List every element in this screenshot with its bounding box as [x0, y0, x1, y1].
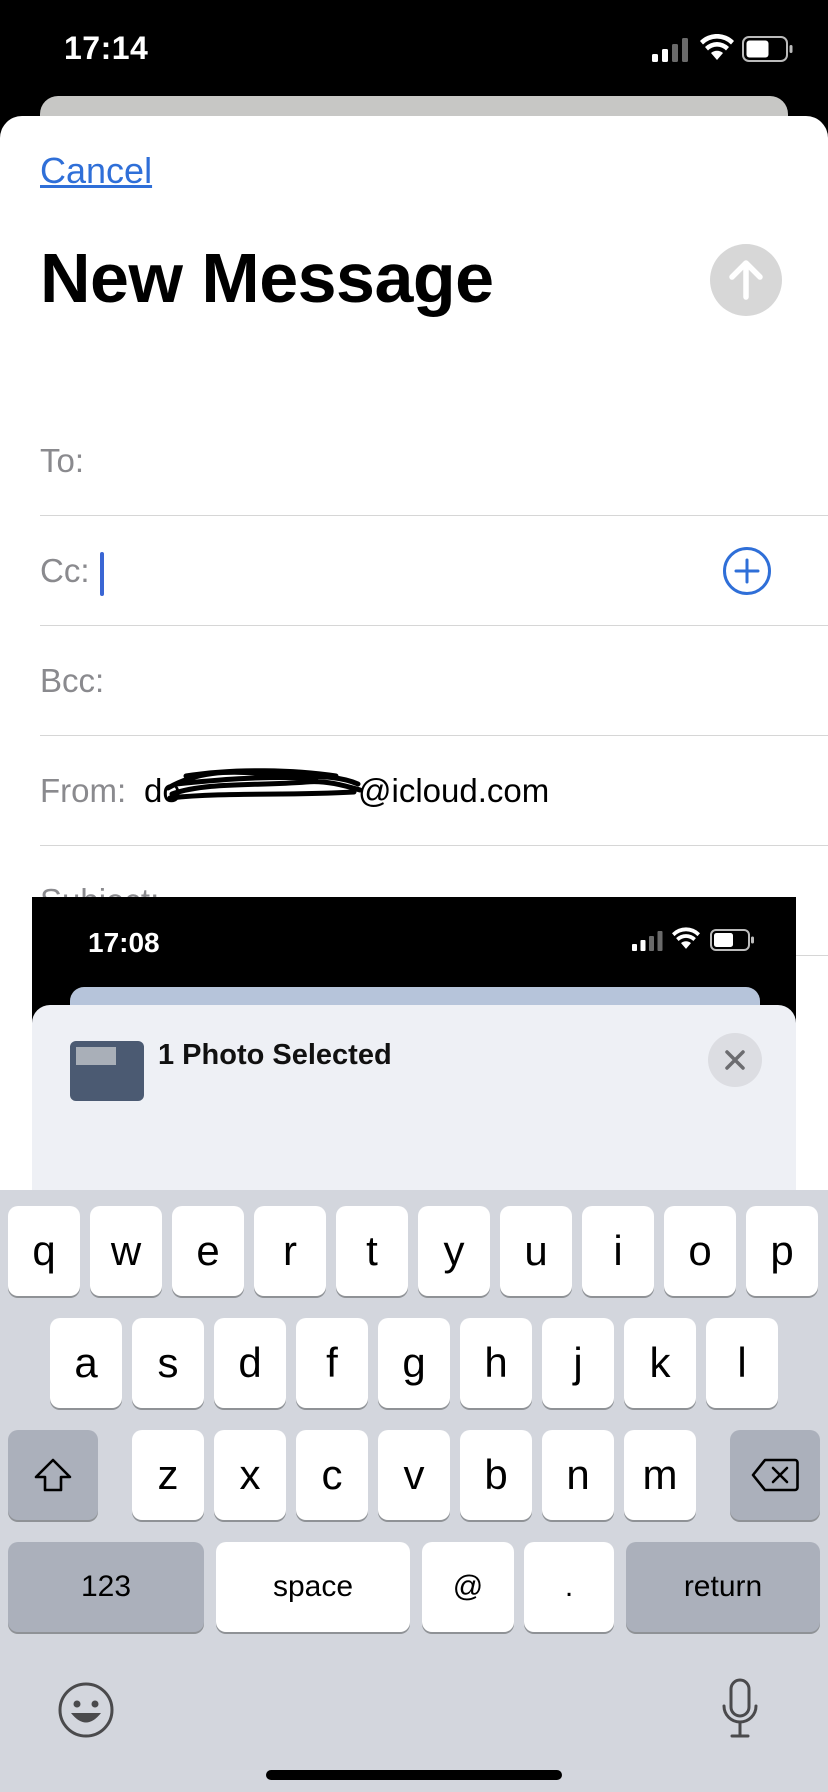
bcc-field[interactable]: Bcc:: [40, 626, 828, 736]
key-v[interactable]: v: [378, 1430, 450, 1520]
key-l[interactable]: l: [706, 1318, 778, 1408]
from-value-domain: @icloud.com: [358, 772, 550, 809]
return-key[interactable]: return: [626, 1542, 820, 1632]
photo-thumbnail: [70, 1041, 144, 1101]
keyboard: q w e r t y u i o p a s d f g h j k l z …: [0, 1190, 828, 1792]
attachment-time: 17:08: [88, 927, 160, 958]
shift-key[interactable]: [8, 1430, 98, 1520]
to-label: To:: [40, 442, 85, 479]
key-b[interactable]: b: [460, 1430, 532, 1520]
numbers-key[interactable]: 123: [8, 1542, 204, 1632]
to-field[interactable]: To:: [40, 406, 828, 516]
send-button[interactable]: [710, 244, 782, 316]
signal-icon: [632, 931, 663, 951]
close-icon: [725, 1050, 745, 1070]
key-q[interactable]: q: [8, 1206, 80, 1296]
key-n[interactable]: n: [542, 1430, 614, 1520]
text-caret: [100, 552, 104, 596]
microphone-icon[interactable]: [720, 1678, 760, 1740]
key-f[interactable]: f: [296, 1318, 368, 1408]
page-title: New Message: [40, 239, 494, 317]
backspace-key[interactable]: [730, 1430, 820, 1520]
key-g[interactable]: g: [378, 1318, 450, 1408]
key-o[interactable]: o: [664, 1206, 736, 1296]
wifi-icon: [672, 927, 700, 949]
key-w[interactable]: w: [90, 1206, 162, 1296]
key-j[interactable]: j: [542, 1318, 614, 1408]
at-key[interactable]: @: [422, 1542, 514, 1632]
wifi-icon: [700, 34, 734, 60]
bcc-label: Bcc:: [40, 662, 105, 699]
status-time: 17:14: [64, 30, 149, 66]
key-a[interactable]: a: [50, 1318, 122, 1408]
key-m[interactable]: m: [624, 1430, 696, 1520]
battery-icon: [710, 929, 754, 951]
key-t[interactable]: t: [336, 1206, 408, 1296]
cancel-button[interactable]: Cancel: [40, 150, 152, 192]
cc-field[interactable]: Cc:: [40, 516, 828, 626]
status-bar: 17:14: [0, 0, 828, 96]
key-p[interactable]: p: [746, 1206, 818, 1296]
key-u[interactable]: u: [500, 1206, 572, 1296]
key-c[interactable]: c: [296, 1430, 368, 1520]
cc-label: Cc:: [40, 552, 90, 589]
add-contact-icon[interactable]: [722, 546, 772, 596]
send-arrow-icon: [729, 260, 763, 300]
battery-icon: [742, 36, 793, 62]
from-field[interactable]: From: do @icloud.com: [40, 736, 828, 846]
key-s[interactable]: s: [132, 1318, 204, 1408]
from-label: From:: [40, 772, 127, 809]
key-z[interactable]: z: [132, 1430, 204, 1520]
attachment-share-sheet: 1 Photo Selected: [32, 1005, 796, 1197]
key-i[interactable]: i: [582, 1206, 654, 1296]
shift-icon: [34, 1458, 72, 1492]
signal-icon: [652, 38, 688, 62]
key-k[interactable]: k: [624, 1318, 696, 1408]
key-x[interactable]: x: [214, 1430, 286, 1520]
key-r[interactable]: r: [254, 1206, 326, 1296]
redaction-scribble: [166, 768, 362, 801]
space-key[interactable]: space: [216, 1542, 410, 1632]
close-button: [708, 1033, 762, 1087]
key-h[interactable]: h: [460, 1318, 532, 1408]
key-y[interactable]: y: [418, 1206, 490, 1296]
key-d[interactable]: d: [214, 1318, 286, 1408]
attachment-title: 1 Photo Selected: [158, 1039, 392, 1071]
emoji-icon[interactable]: [56, 1680, 116, 1740]
backspace-icon: [751, 1458, 799, 1492]
attached-screenshot[interactable]: 17:08 1 Photo Selected: [32, 897, 796, 1197]
home-indicator[interactable]: [266, 1770, 562, 1780]
dot-key[interactable]: .: [524, 1542, 614, 1632]
key-e[interactable]: e: [172, 1206, 244, 1296]
